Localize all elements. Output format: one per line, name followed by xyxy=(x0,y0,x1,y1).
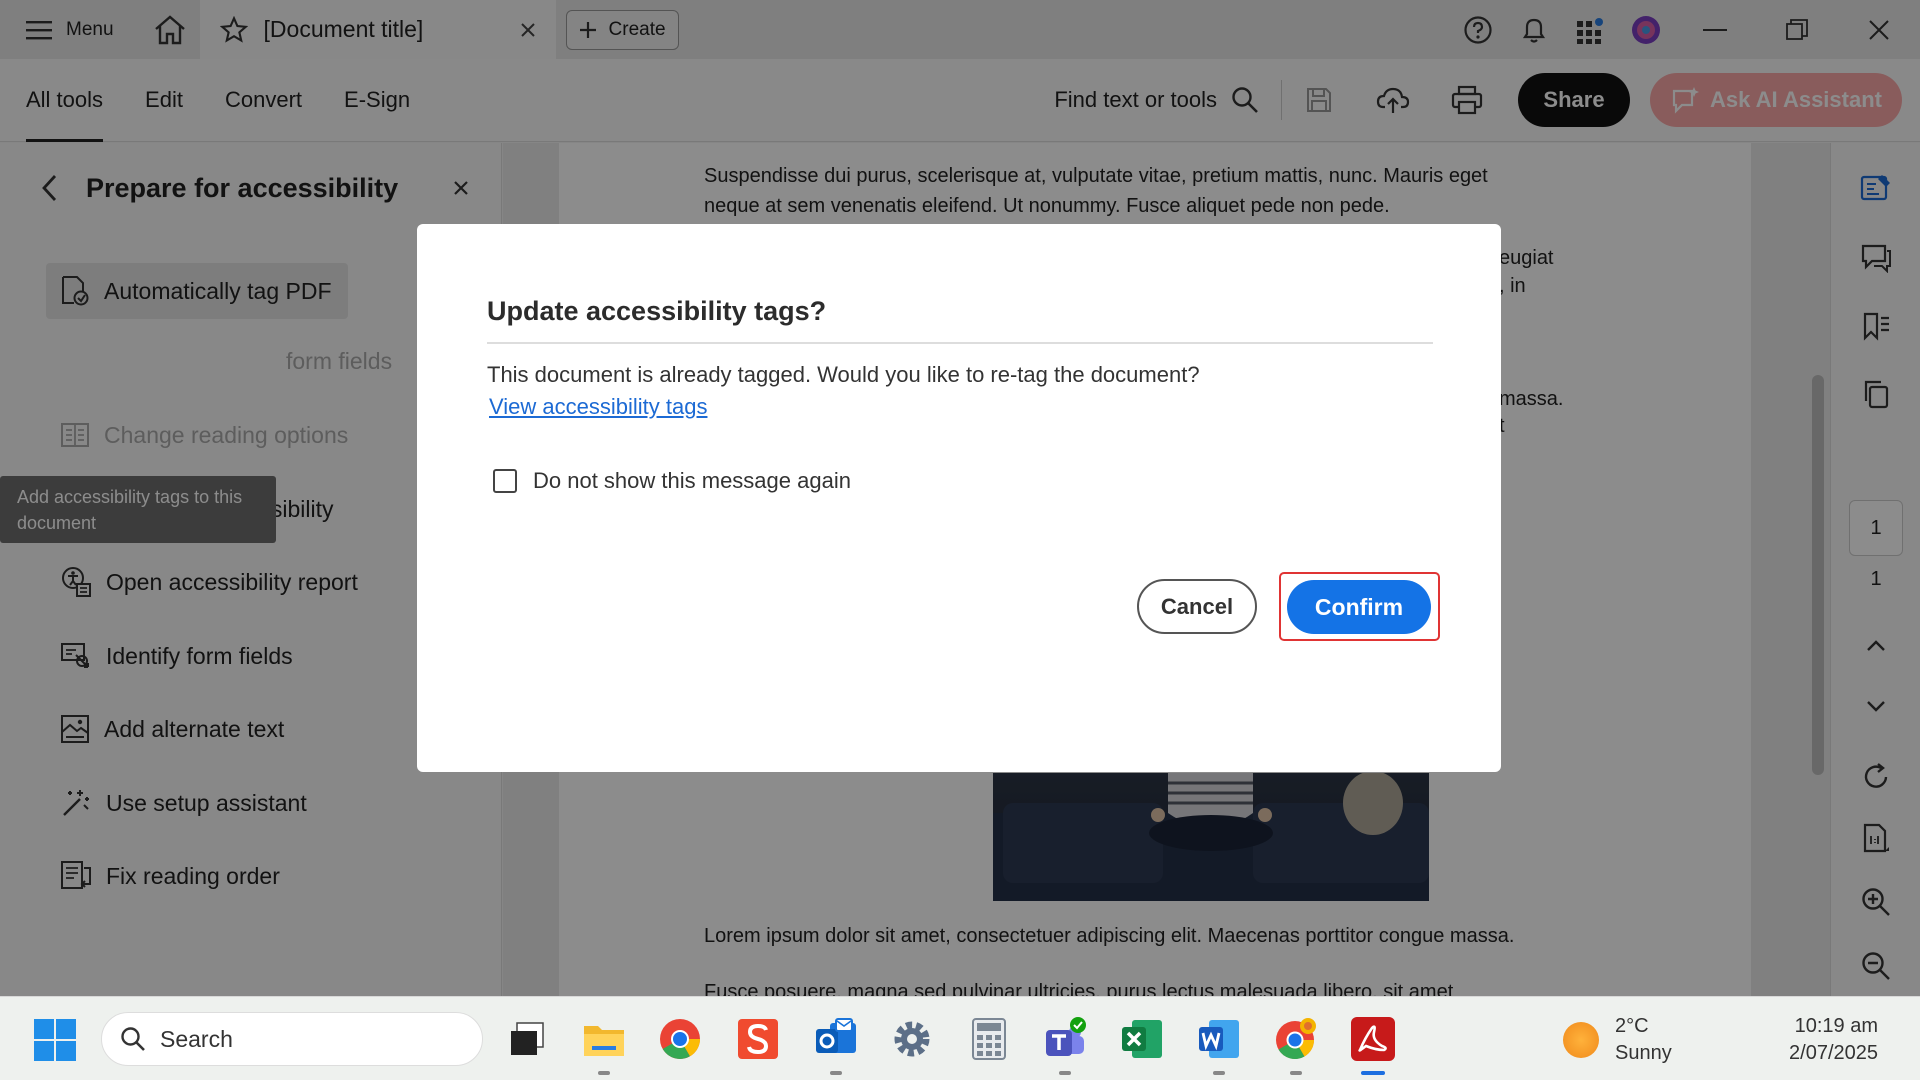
do-not-show-checkbox-row[interactable]: Do not show this message again xyxy=(493,468,851,494)
acrobat-app[interactable] xyxy=(1349,1015,1397,1075)
weather-widget[interactable]: 2°C Sunny xyxy=(1563,1013,1672,1067)
dialog-divider xyxy=(487,342,1433,344)
do-not-show-checkbox[interactable] xyxy=(493,469,517,493)
acrobat-icon xyxy=(1351,1017,1395,1061)
dialog-title: Update accessibility tags? xyxy=(487,296,827,326)
chrome-app[interactable] xyxy=(656,1015,704,1063)
calculator-app[interactable] xyxy=(965,1015,1013,1063)
confirm-button[interactable]: Confirm xyxy=(1287,580,1431,634)
dialog-message: This document is already tagged. Would y… xyxy=(487,362,1200,387)
cancel-button[interactable]: Cancel xyxy=(1137,579,1257,634)
gear-icon xyxy=(894,1021,930,1057)
teams-app[interactable] xyxy=(1041,1015,1089,1075)
excel-app[interactable] xyxy=(1118,1015,1166,1063)
outlook-app[interactable] xyxy=(812,1015,860,1075)
clock-time: 10:19 am xyxy=(1794,1015,1878,1037)
taskbar-search[interactable]: Search xyxy=(101,1012,483,1066)
task-view-button[interactable] xyxy=(503,1015,551,1063)
running-indicator xyxy=(1059,1071,1071,1075)
task-view-icon xyxy=(511,1022,544,1055)
update-tags-dialog: Update accessibility tags? This document… xyxy=(417,224,1501,772)
word-icon xyxy=(1199,1020,1239,1058)
folder-icon xyxy=(584,1026,624,1056)
snagit-icon xyxy=(738,1019,778,1059)
running-indicator xyxy=(1290,1071,1302,1075)
checkbox-label: Do not show this message again xyxy=(533,468,851,493)
chrome-profile-app[interactable] xyxy=(1272,1015,1320,1075)
search-icon xyxy=(121,1027,145,1051)
calculator-icon xyxy=(972,1018,1006,1060)
running-indicator xyxy=(1213,1071,1225,1075)
teams-icon xyxy=(1046,1017,1086,1056)
clock[interactable]: 10:19 am 2/07/2025 xyxy=(1760,1013,1878,1067)
excel-icon xyxy=(1122,1020,1162,1058)
start-button[interactable] xyxy=(34,1019,76,1061)
search-placeholder: Search xyxy=(160,1025,233,1052)
file-explorer-app[interactable] xyxy=(580,1015,628,1075)
word-app[interactable] xyxy=(1195,1015,1243,1075)
view-accessibility-tags-link[interactable]: View accessibility tags xyxy=(489,394,707,420)
clock-date: 2/07/2025 xyxy=(1789,1042,1878,1064)
snagit-app[interactable] xyxy=(734,1015,782,1063)
windows-logo-icon xyxy=(34,1019,76,1061)
settings-app[interactable] xyxy=(888,1015,936,1063)
chrome-icon xyxy=(660,1019,700,1059)
weather-description: Sunny xyxy=(1615,1042,1672,1064)
outlook-icon xyxy=(816,1018,856,1053)
taskbar: Search 2°C Sunny 10:19 am 2/07/2025 xyxy=(0,996,1920,1080)
sun-icon xyxy=(1563,1022,1599,1058)
weather-temperature: 2°C xyxy=(1615,1015,1649,1037)
running-indicator xyxy=(598,1071,610,1075)
active-indicator xyxy=(1361,1071,1385,1075)
running-indicator xyxy=(830,1071,842,1075)
chrome-icon xyxy=(1276,1018,1316,1060)
confirm-highlight: Confirm xyxy=(1279,572,1440,641)
